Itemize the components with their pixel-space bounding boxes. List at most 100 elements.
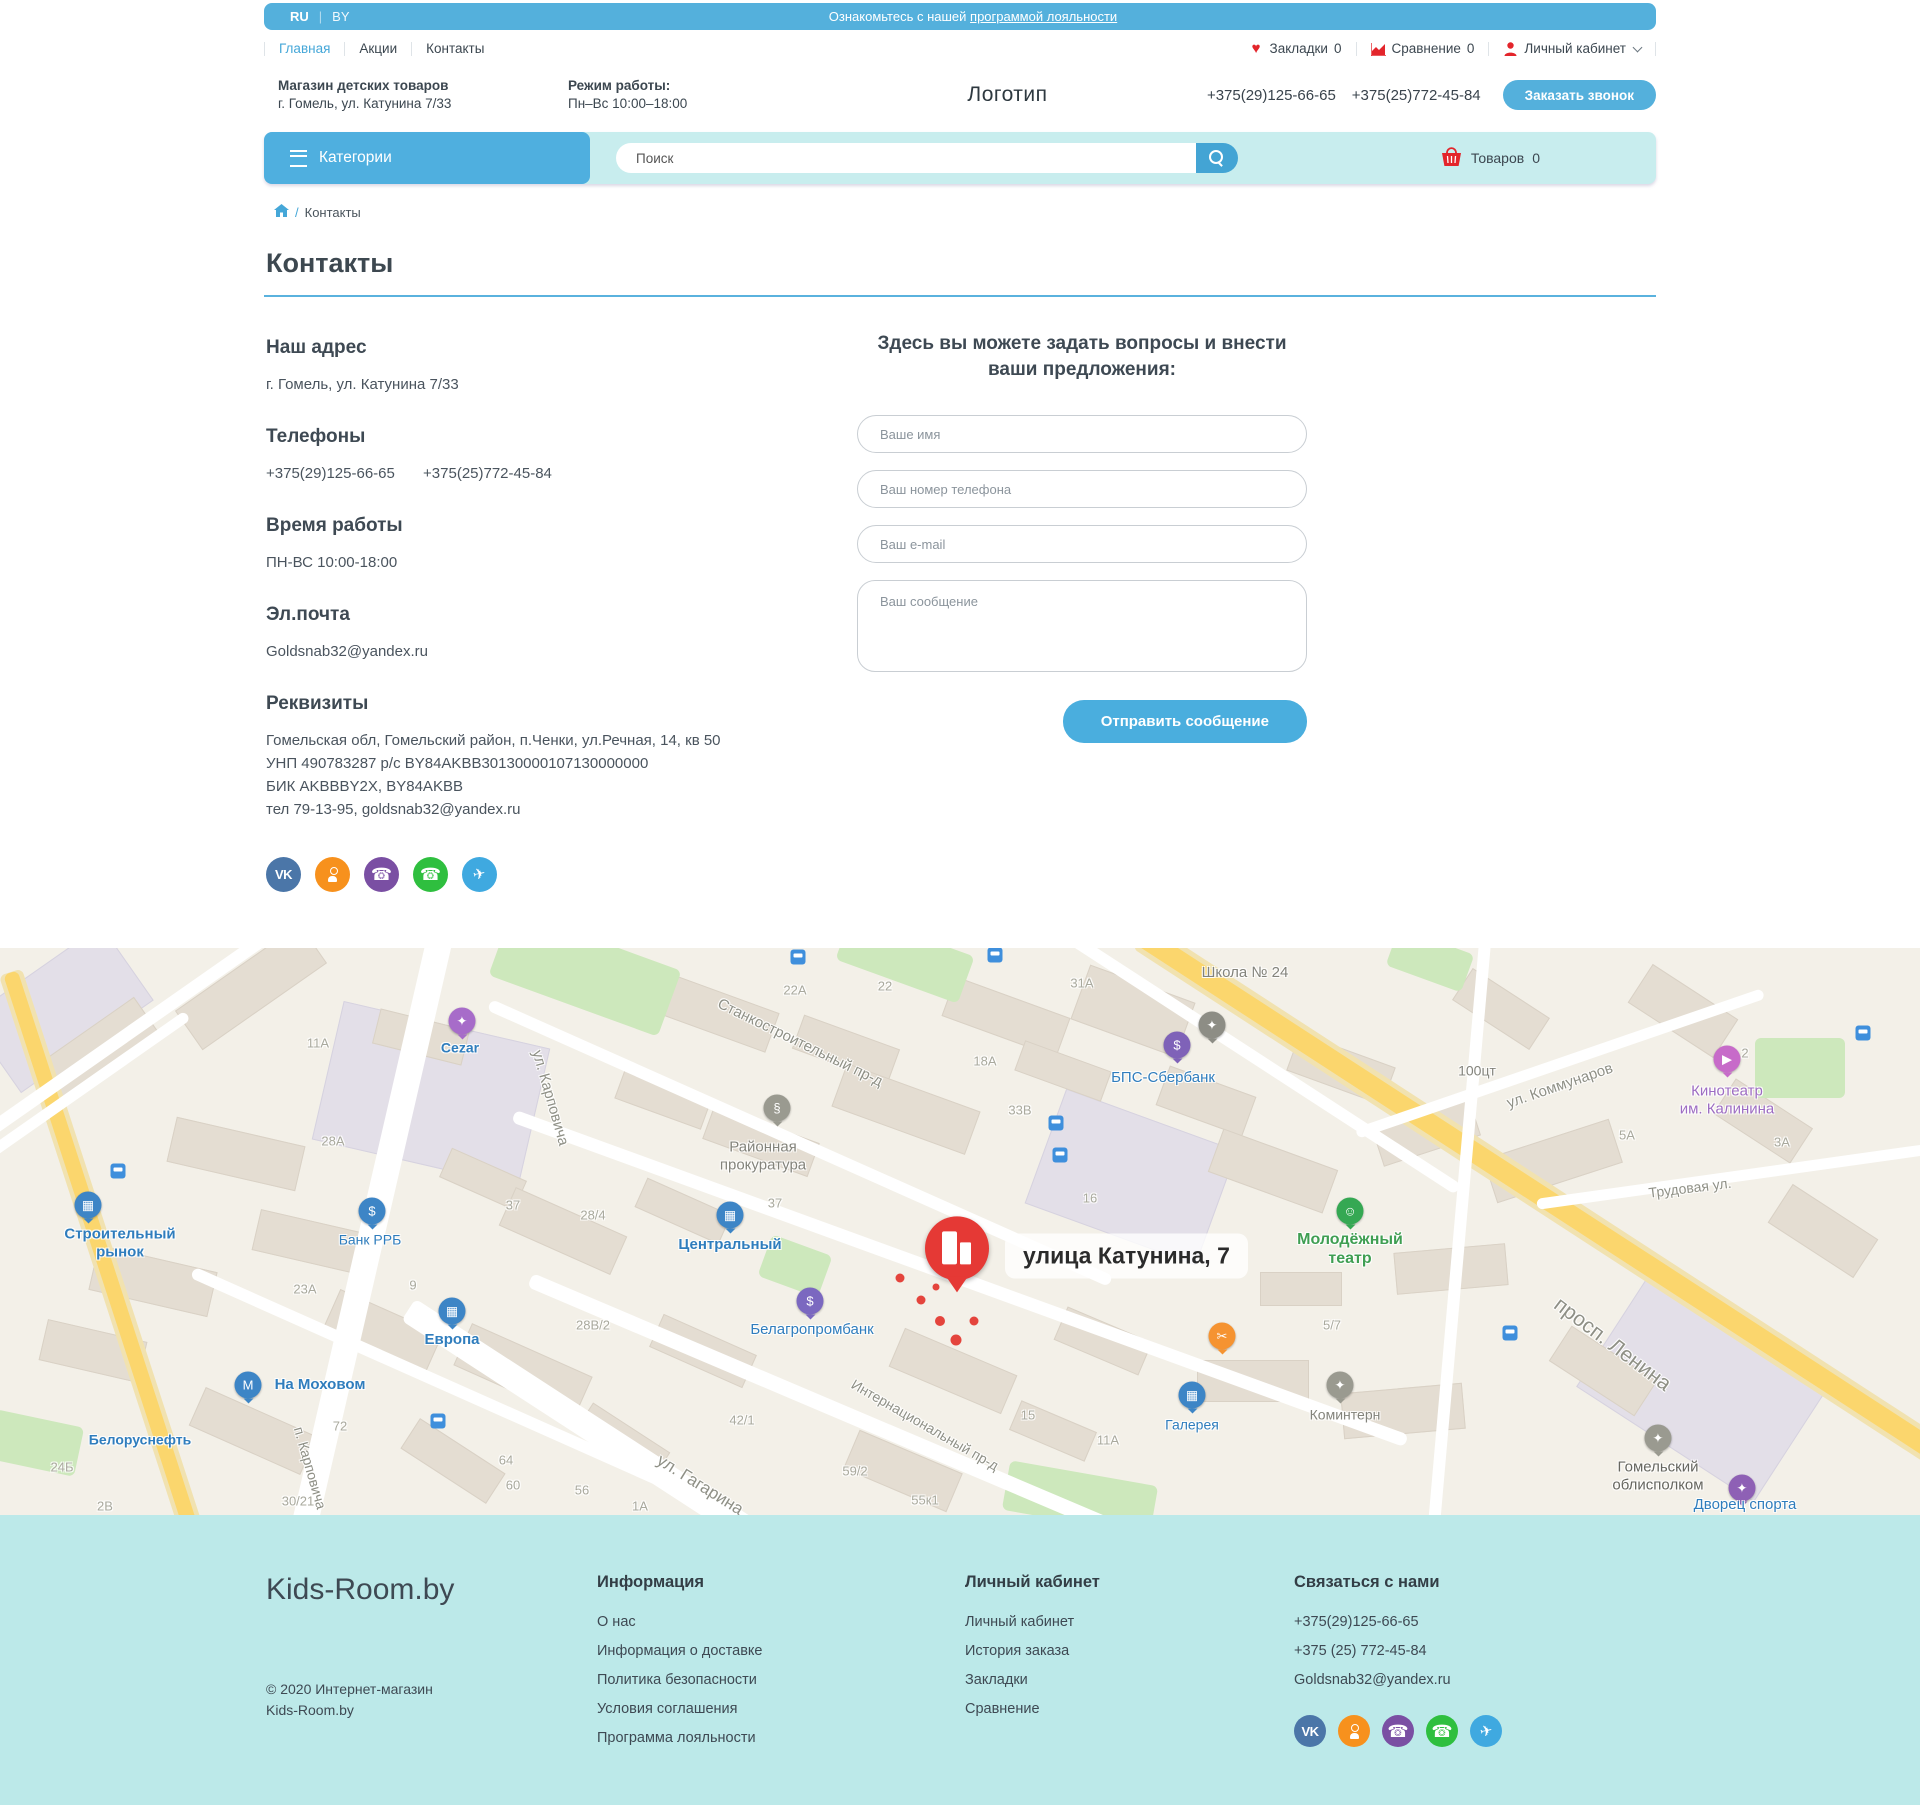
map-building	[1452, 968, 1550, 1050]
compare-chart-icon	[1371, 42, 1386, 56]
phones-title: Телефоны	[266, 426, 826, 448]
map-building	[1208, 1129, 1338, 1214]
school-poi[interactable]: ✦	[1199, 1012, 1226, 1039]
main-nav: ГлавнаяАкцииКонтакты	[264, 42, 498, 56]
compare-link[interactable]: Сравнение 0	[1357, 42, 1490, 56]
map-label: 37	[506, 1197, 520, 1212]
footer-link[interactable]: Личный кабинет	[965, 1614, 1294, 1631]
message-field[interactable]	[857, 580, 1307, 672]
prosecutor-poi[interactable]: §	[764, 1095, 791, 1122]
home-icon[interactable]	[274, 204, 289, 220]
lang-ru[interactable]: RU	[290, 9, 309, 24]
work-hours-value: Пн–Вс 10:00–18:00	[568, 96, 687, 111]
breadcrumb: / Контакты	[264, 204, 1656, 220]
phone-field[interactable]	[857, 470, 1307, 508]
whatsapp-icon[interactable]: ☎	[413, 857, 448, 892]
bus-stop-icon	[111, 1164, 126, 1179]
nav-item-Акции[interactable]: Акции	[344, 42, 411, 56]
account-link[interactable]: Личный кабинет	[1489, 42, 1656, 56]
bank-poi[interactable]: $	[797, 1288, 824, 1315]
map-label: Центральный	[678, 1236, 781, 1254]
footer-column-title: Личный кабинет	[965, 1573, 1294, 1592]
footer-link[interactable]: Сравнение	[965, 1701, 1294, 1718]
nav-item-Контакты[interactable]: Контакты	[411, 42, 498, 56]
footer-link[interactable]: О нас	[597, 1614, 965, 1631]
footer-link[interactable]: История заказа	[965, 1643, 1294, 1660]
map-label: Белагропромбанк	[750, 1321, 873, 1339]
service-poi[interactable]: ✂	[1209, 1323, 1236, 1350]
nav-item-Главная[interactable]: Главная	[264, 42, 344, 56]
market-poi[interactable]: ▦	[75, 1192, 102, 1219]
categories-button[interactable]: Категории	[264, 132, 590, 184]
phones-values: +375(29)125-66-65 +375(25)772-45-84	[266, 462, 826, 485]
categories-label: Категории	[319, 149, 392, 167]
marker-building-icon	[960, 1242, 971, 1264]
map-building	[1260, 1272, 1342, 1306]
cinema-poi[interactable]: ▶	[1714, 1046, 1741, 1073]
email-field[interactable]	[857, 525, 1307, 563]
map-label: 72	[333, 1418, 347, 1433]
store-info: Магазин детских товаров г. Гомель, ул. К…	[264, 77, 568, 113]
cart-button[interactable]: Товаров 0	[1440, 146, 1540, 170]
vk-icon[interactable]: VK	[1294, 1715, 1326, 1747]
map-label: Европа	[425, 1331, 480, 1349]
footer-link[interactable]: Закладки	[965, 1672, 1294, 1689]
bookmarks-link[interactable]: ♥ Закладки 0	[1235, 42, 1357, 56]
cezar-poi[interactable]: ✦	[449, 1008, 476, 1035]
bank-poi[interactable]: $	[1164, 1032, 1191, 1059]
requisites-line: Гомельская обл, Гомельский район, п.Ченк…	[266, 729, 826, 752]
ok-icon[interactable]	[315, 857, 350, 892]
bookmarks-label: Закладки	[1270, 42, 1328, 56]
market-poi[interactable]: ▦	[717, 1202, 744, 1229]
footer-brand[interactable]: Kids-Room.by	[266, 1573, 597, 1607]
footer-link[interactable]: Информация о доставке	[597, 1643, 965, 1660]
map-label: Трудовая ул.	[1648, 1175, 1733, 1202]
viber-icon[interactable]: ☎	[364, 857, 399, 892]
search-button[interactable]	[1196, 143, 1238, 173]
bus-stop-poi[interactable]: M	[235, 1372, 262, 1399]
vk-glyph: VK	[1301, 1725, 1318, 1738]
phone-glyph: ☎	[1431, 1723, 1452, 1740]
quick-links: ♥ Закладки 0 Сравнение 0 Личный кабинет	[1235, 42, 1656, 56]
bus-stop-icon	[431, 1414, 446, 1429]
gallery-poi[interactable]: ▦	[1179, 1382, 1206, 1409]
name-field[interactable]	[857, 415, 1307, 453]
footer-link[interactable]: Политика безопасности	[597, 1672, 965, 1689]
order-call-button[interactable]: Заказать звонок	[1503, 80, 1656, 110]
lang-by[interactable]: BY	[332, 9, 349, 24]
footer-link[interactable]: Условия соглашения	[597, 1701, 965, 1718]
whatsapp-icon[interactable]: ☎	[1426, 1715, 1458, 1747]
viber-icon[interactable]: ☎	[1382, 1715, 1414, 1747]
bus-stop-icon	[988, 948, 1003, 963]
ok-icon[interactable]	[1338, 1715, 1370, 1747]
theater-poi[interactable]: ☺	[1337, 1198, 1364, 1225]
marker-building-icon	[942, 1231, 957, 1264]
map-label: Галерея	[1165, 1417, 1219, 1434]
loyalty-program-link[interactable]: программой лояльности	[970, 9, 1117, 24]
map-label: 100цт	[1458, 1063, 1496, 1080]
map-label: Банк РРБ	[339, 1232, 402, 1249]
cart-basket-icon	[1440, 146, 1463, 170]
telegram-icon[interactable]: ✈	[462, 857, 497, 892]
map-label: Районная прокуратура	[720, 1138, 806, 1173]
map-label: 5А	[1619, 1127, 1635, 1142]
map-label: 30/21	[282, 1493, 315, 1508]
site-logo[interactable]: Логотип	[808, 83, 1207, 107]
map-cluster-dot	[933, 1284, 940, 1291]
government-poi[interactable]: ✦	[1645, 1425, 1672, 1452]
search-input[interactable]	[616, 143, 1196, 173]
send-message-button[interactable]: Отправить сообщение	[1063, 700, 1307, 743]
telegram-icon[interactable]: ✈	[1470, 1715, 1502, 1747]
map-label: Школа № 24	[1202, 964, 1289, 982]
map-label: Cezar	[441, 1040, 479, 1057]
store-name: Магазин детских товаров	[278, 77, 568, 95]
shop-poi[interactable]: ▦	[439, 1298, 466, 1325]
search-box	[616, 143, 1238, 173]
komintern-poi[interactable]: ✦	[1327, 1372, 1354, 1399]
bank-poi[interactable]: $	[359, 1198, 386, 1225]
vk-icon[interactable]: VK	[266, 857, 301, 892]
map-label: 11А	[307, 1035, 329, 1050]
store-location-marker[interactable]	[925, 1216, 989, 1280]
location-map[interactable]: ✦✦$§$▦▦▦$☺▦✦M▶✂✦✦Школа № 2431А22А2211А28…	[0, 948, 1920, 1515]
footer-link[interactable]: Программа лояльности	[597, 1730, 965, 1747]
